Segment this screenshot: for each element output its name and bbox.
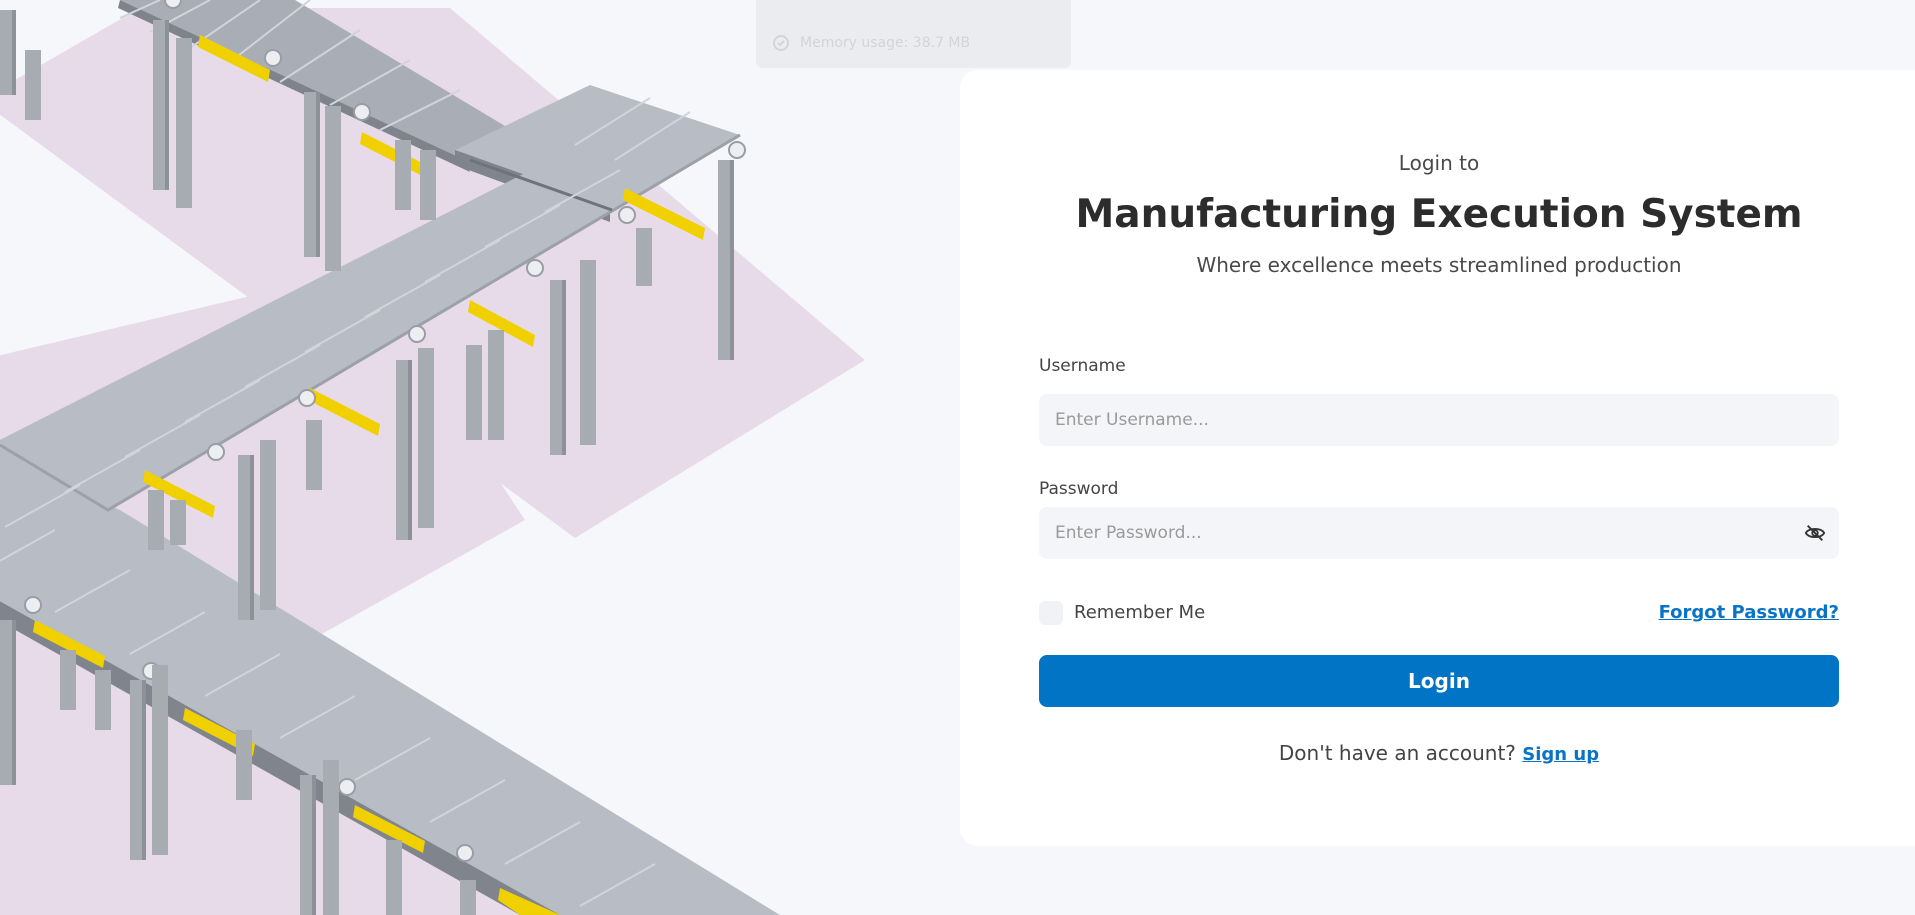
login-card: Login to Manufacturing Execution System … [960,70,1915,846]
login-kicker: Login to [1398,151,1480,175]
conveyor-illustration [0,0,865,915]
username-label: Username [1039,356,1126,376]
login-button[interactable]: Login [1039,655,1839,707]
username-input[interactable] [1039,394,1839,446]
remember-checkbox[interactable] [1039,601,1063,625]
forgot-password-link[interactable]: Forgot Password? [1659,602,1839,623]
memory-icon [773,35,789,51]
password-label: Password [1039,479,1119,499]
signup-link[interactable]: Sign up [1522,744,1599,765]
page-title: Manufacturing Execution System [1075,192,1803,237]
page-subtitle: Where excellence meets streamlined produ… [1196,253,1682,277]
remember-label: Remember Me [1074,602,1206,623]
signup-row: Don't have an account? Sign up [960,741,1915,765]
eye-off-icon[interactable] [1804,522,1826,544]
password-input[interactable] [1039,507,1839,559]
signup-prompt: Don't have an account? [1278,741,1516,765]
memory-usage-text: Memory usage: 38.7 MB [800,35,971,51]
memory-usage-chip: Memory usage: 38.7 MB [756,0,1071,68]
